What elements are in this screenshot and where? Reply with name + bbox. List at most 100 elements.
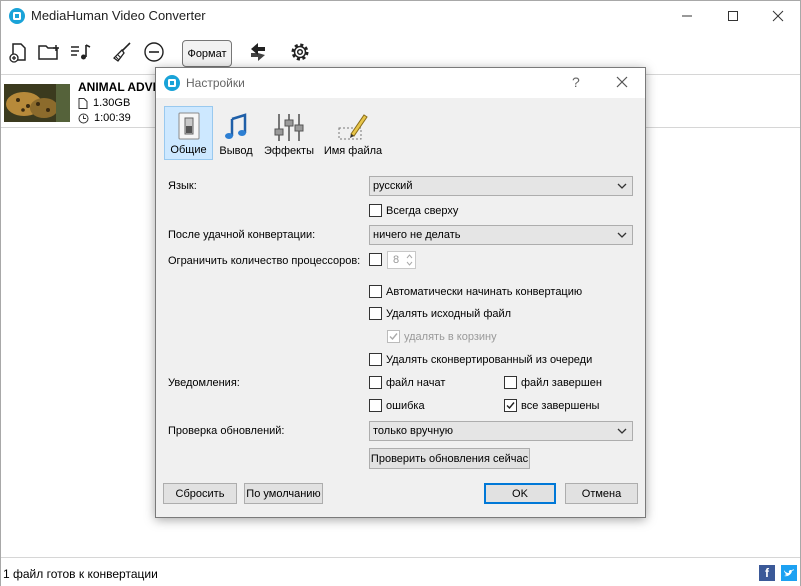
remove-converted-checkbox[interactable]: Удалять сконвертированный из очереди — [369, 353, 592, 366]
tab-output[interactable]: Вывод — [214, 106, 258, 160]
checkbox-box — [369, 307, 382, 320]
after-conversion-value: ничего не делать — [373, 229, 461, 241]
minimize-icon — [682, 15, 692, 17]
clock-icon — [78, 113, 89, 123]
chevron-down-icon — [617, 428, 627, 434]
after-conversion-select[interactable]: ничего не делать — [369, 225, 633, 245]
app-logo-icon — [9, 8, 25, 24]
checkbox-label: Удалять сконвертированный из очереди — [386, 353, 593, 366]
dialog-title: Настройки — [186, 76, 245, 90]
checkbox-box — [387, 330, 400, 343]
checkbox-label: ошибка — [386, 399, 425, 412]
add-file-icon — [9, 43, 26, 63]
tab-label: Эффекты — [263, 145, 314, 157]
notify-file-started-checkbox[interactable]: файл начат — [369, 376, 445, 389]
clear-list-button[interactable] — [107, 37, 137, 67]
checkbox-box — [369, 253, 382, 266]
file-size-row: 1.30GB — [78, 97, 130, 109]
add-file-button[interactable] — [3, 37, 33, 67]
twitter-icon[interactable] — [781, 565, 797, 581]
notifications-label: Уведомления: — [168, 377, 240, 389]
maximize-icon — [728, 11, 738, 21]
check-updates-button[interactable]: Проверить обновления сейчас — [369, 448, 530, 469]
limit-cpu-checkbox[interactable] — [369, 253, 386, 266]
cpu-count-stepper: 8 — [387, 251, 416, 269]
ok-button[interactable]: OK — [484, 483, 556, 504]
dialog-title-bar: Настройки ? — [156, 68, 645, 98]
notify-all-finished-checkbox[interactable]: все завершены — [504, 399, 599, 412]
app-logo-icon — [164, 75, 180, 91]
add-folder-button[interactable] — [34, 37, 64, 67]
checkbox-label: Автоматически начинать конвертацию — [386, 285, 583, 298]
file-size: 1.30GB — [93, 97, 131, 109]
updates-select[interactable]: только вручную — [369, 421, 633, 441]
notify-error-checkbox[interactable]: ошибка — [369, 399, 425, 412]
chevron-down-icon — [617, 183, 627, 189]
switch-icon — [178, 112, 199, 140]
tab-filename[interactable]: Имя файла — [322, 106, 384, 160]
window-title: MediaHuman Video Converter — [31, 8, 206, 23]
checkbox-box — [369, 204, 382, 217]
gear-icon — [291, 43, 309, 61]
dialog-close-icon[interactable] — [614, 74, 630, 90]
checkbox-label: файл завершен — [521, 376, 602, 389]
checkbox-label: файл начат — [386, 376, 446, 389]
tab-effects[interactable]: Эффекты — [261, 106, 317, 160]
cpu-count-value: 8 — [393, 254, 400, 266]
add-audio-button[interactable] — [66, 37, 96, 67]
file-duration-row: 1:00:39 — [78, 112, 131, 124]
checkbox-label: Всегда сверху — [386, 204, 459, 217]
cancel-button[interactable]: Отмена — [565, 483, 638, 504]
close-button[interactable] — [755, 1, 801, 31]
language-label: Язык: — [168, 180, 197, 192]
sliders-icon — [274, 114, 304, 141]
tab-general[interactable]: Общие — [164, 106, 213, 160]
reset-button[interactable]: Сбросить — [163, 483, 237, 504]
add-folder-icon — [38, 45, 59, 60]
minimize-button[interactable] — [664, 1, 710, 31]
checkbox-label: удалять в корзину — [404, 330, 497, 343]
limit-cpu-label: Ограничить количество процессоров: — [168, 255, 361, 267]
tab-label: Вывод — [219, 145, 253, 157]
updates-label: Проверка обновлений: — [168, 425, 285, 437]
broom-icon — [113, 42, 131, 62]
convert-arrows-icon — [251, 43, 265, 61]
tab-label: Имя файла — [323, 145, 383, 157]
minus-circle-icon — [144, 42, 164, 62]
help-button[interactable]: ? — [572, 74, 580, 90]
remove-button[interactable] — [139, 37, 169, 67]
notify-file-finished-checkbox[interactable]: файл завершен — [504, 376, 602, 389]
tab-label: Общие — [170, 144, 207, 156]
chevron-down-icon — [617, 232, 627, 238]
title-bar: MediaHuman Video Converter — [1, 1, 800, 31]
checkbox-box — [504, 376, 517, 389]
maximize-button[interactable] — [710, 1, 756, 31]
checkbox-box — [504, 399, 517, 412]
checkbox-label: Удалять исходный файл — [386, 307, 512, 320]
checkbox-box — [369, 376, 382, 389]
checkbox-box — [369, 285, 382, 298]
music-note-icon — [225, 113, 247, 139]
defaults-button[interactable]: По умолчанию — [244, 483, 323, 504]
settings-dialog: Настройки ? Общие Вывод Эффекты Имя файл… — [155, 67, 646, 518]
language-select[interactable]: русский — [369, 176, 633, 196]
pencil-icon — [338, 114, 368, 140]
file-icon — [78, 97, 88, 109]
facebook-icon[interactable]: f — [759, 565, 775, 581]
status-text: 1 файл готов к конвертации — [3, 567, 158, 581]
language-value: русский — [373, 180, 413, 192]
move-to-trash-checkbox[interactable]: удалять в корзину — [387, 330, 497, 343]
checkbox-label: все завершены — [521, 399, 600, 412]
checkmark-icon — [389, 333, 398, 341]
delete-source-checkbox[interactable]: Удалять исходный файл — [369, 307, 511, 320]
convert-button[interactable] — [243, 37, 273, 67]
status-bar: 1 файл готов к конвертации f — [1, 557, 800, 586]
auto-start-checkbox[interactable]: Автоматически начинать конвертацию — [369, 285, 582, 298]
updates-value: только вручную — [373, 425, 453, 437]
format-button[interactable]: Формат — [182, 40, 232, 67]
settings-button[interactable] — [285, 37, 315, 67]
always-on-top-checkbox[interactable]: Всегда сверху — [369, 204, 458, 217]
file-duration: 1:00:39 — [94, 112, 131, 124]
video-thumbnail — [4, 84, 70, 122]
after-conversion-label: После удачной конвертации: — [168, 229, 316, 241]
